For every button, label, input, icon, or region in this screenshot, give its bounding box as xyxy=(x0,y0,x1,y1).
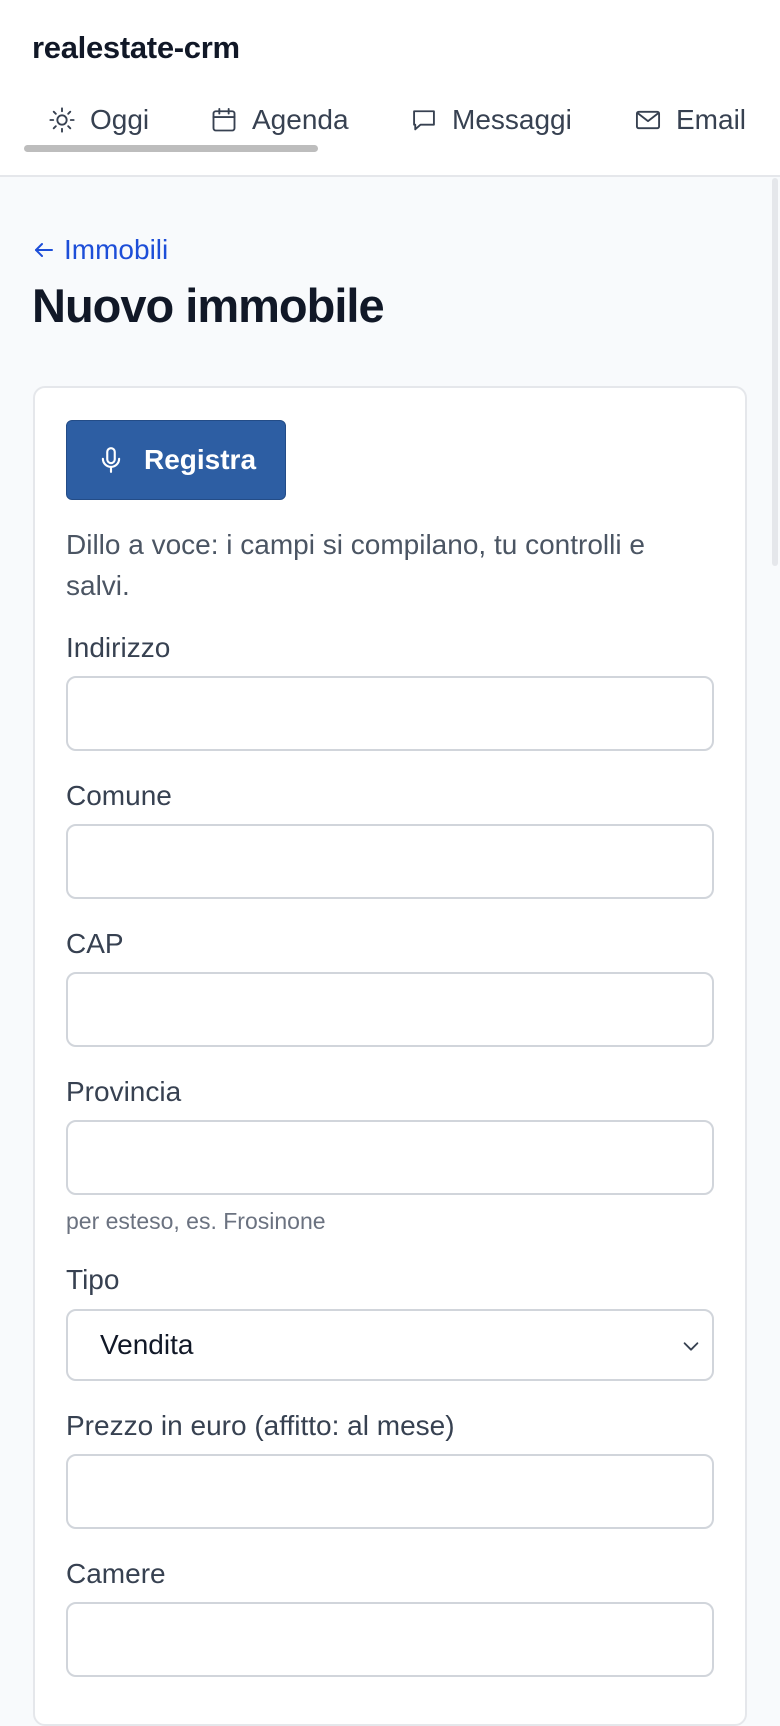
tab-messaggi[interactable]: Messaggi xyxy=(410,95,572,145)
tab-email[interactable]: Email xyxy=(634,95,746,145)
comune-label: Comune xyxy=(66,780,172,811)
nav-scroll-indicator[interactable] xyxy=(24,145,318,152)
provincia-hint: per esteso, es. Frosinone xyxy=(66,1208,326,1234)
calendar-icon xyxy=(210,106,238,134)
camere-label: Camere xyxy=(66,1558,166,1589)
chevron-down-icon xyxy=(680,1335,702,1357)
tipo-label: Tipo xyxy=(66,1264,120,1295)
sun-icon xyxy=(48,106,76,134)
camere-input[interactable] xyxy=(66,1602,714,1677)
tab-messaggi-label: Messaggi xyxy=(452,104,572,135)
tab-agenda-label: Agenda xyxy=(252,104,349,135)
cap-input[interactable] xyxy=(66,972,714,1047)
prezzo-input[interactable] xyxy=(66,1454,714,1529)
provincia-input[interactable] xyxy=(66,1120,714,1195)
tab-oggi-label: Oggi xyxy=(90,104,150,135)
arrow-left-icon xyxy=(32,238,56,262)
back-link-immobili[interactable]: Immobili xyxy=(32,234,168,266)
tab-oggi[interactable]: Oggi xyxy=(48,95,149,145)
page-title: Nuovo immobile xyxy=(32,279,385,332)
tipo-selected-value: Vendita xyxy=(100,1329,194,1360)
record-button-label: Registra xyxy=(143,444,257,475)
microphone-icon xyxy=(96,445,126,475)
indirizzo-label: Indirizzo xyxy=(66,632,171,663)
tab-agenda[interactable]: Agenda xyxy=(210,95,349,145)
indirizzo-input[interactable] xyxy=(66,676,714,751)
prezzo-label: Prezzo in euro (affitto: al mese) xyxy=(66,1410,455,1441)
app-header: realestate-crm Oggi Agenda Messaggi Emai… xyxy=(0,0,780,177)
record-voice-button[interactable]: Registra xyxy=(66,420,286,500)
page-scrollbar[interactable] xyxy=(772,178,778,566)
provincia-label: Provincia xyxy=(66,1076,182,1107)
back-link-label: Immobili xyxy=(64,234,169,265)
tipo-select[interactable]: Vendita xyxy=(66,1309,714,1381)
comune-input[interactable] xyxy=(66,824,714,899)
voice-help-text: Dillo a voce: i campi si compilano, tu c… xyxy=(66,529,645,601)
tab-email-label: Email xyxy=(676,104,747,135)
envelope-icon xyxy=(634,106,662,134)
app-title: realestate-crm xyxy=(32,30,240,65)
cap-label: CAP xyxy=(66,928,124,959)
chat-bubble-icon xyxy=(410,106,438,134)
